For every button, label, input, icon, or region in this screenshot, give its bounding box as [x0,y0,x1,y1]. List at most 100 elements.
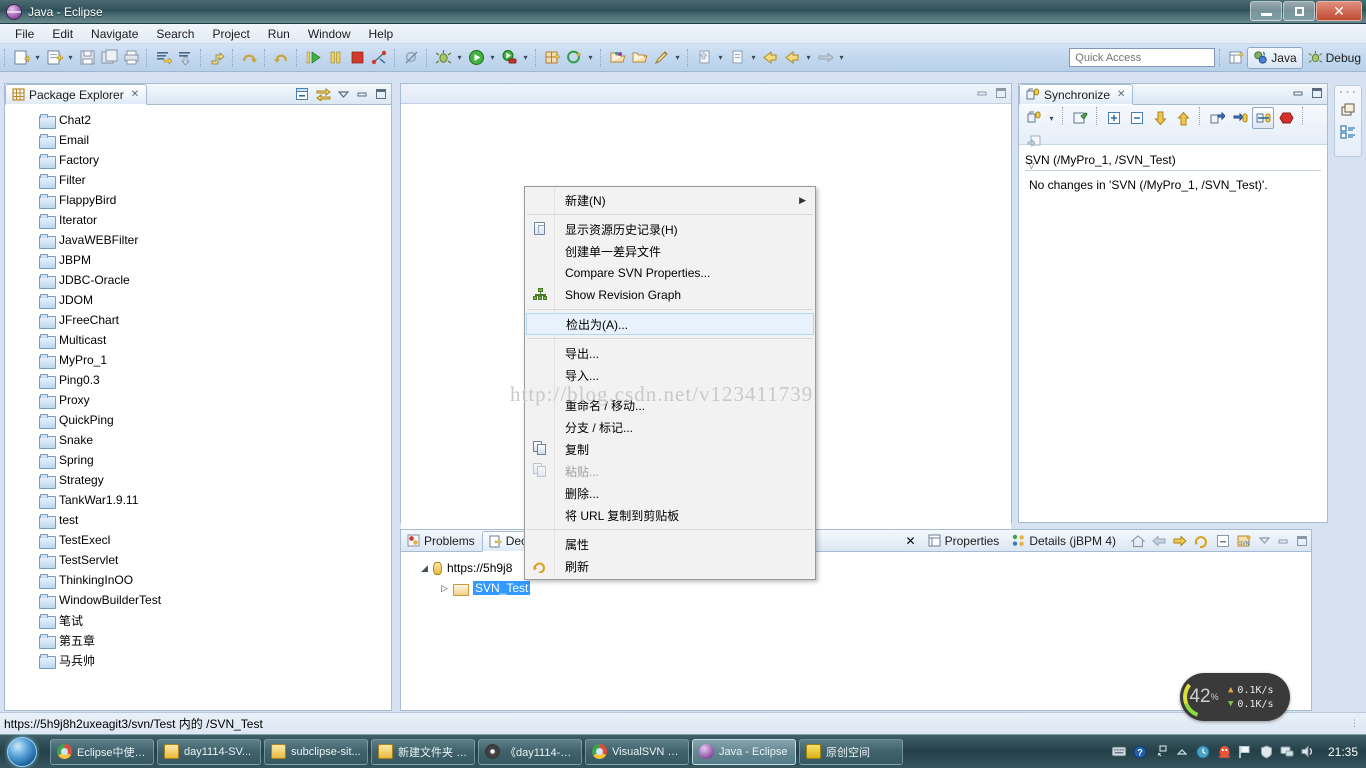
close-button[interactable]: ✕ [1316,1,1362,21]
expand-arrow-icon[interactable]: ◢ [421,563,433,574]
minimize-panel-icon[interactable] [1292,87,1304,99]
remove-sync-icon[interactable] [1023,130,1045,152]
step-over-icon[interactable] [238,47,260,69]
conflicts-icon[interactable] [1275,107,1297,129]
forward-dropdown-icon[interactable]: ▾ [836,47,847,69]
disconnect-icon[interactable] [368,47,390,69]
incoming-changes-icon[interactable] [1229,107,1251,129]
prev-annotation-icon[interactable] [726,47,748,69]
tree-row[interactable]: QuickPing [5,410,391,430]
tab-synchronize[interactable]: Synchronize ✕ [1019,84,1133,105]
menu-item-create-unified-diff[interactable]: 创建单一差异文件 [525,240,815,262]
menu-item-properties[interactable]: 属性 [525,533,815,555]
prev-annotation-dropdown-icon[interactable]: ▾ [748,47,759,69]
maximize-panel-icon[interactable] [1311,87,1323,99]
menu-run[interactable]: Run [259,25,299,43]
new-java-class-icon[interactable] [43,47,65,69]
forward-icon[interactable] [1173,535,1187,547]
close-icon[interactable]: ✕ [906,534,916,548]
run-dropdown-icon[interactable]: ▾ [487,47,498,69]
tab-problems[interactable]: Problems [401,530,482,551]
perspective-java[interactable]: Java [1247,47,1302,69]
build-all-icon[interactable] [152,47,174,69]
taskbar-item[interactable]: subclipse-sit... [264,739,368,765]
tree-row[interactable]: 笔试 [5,610,391,630]
print-icon[interactable] [120,47,142,69]
menu-item-compare-svn-properties[interactable]: Compare SVN Properties... [525,262,815,284]
tree-row[interactable]: TestExecl [5,530,391,550]
start-button[interactable] [2,736,42,768]
view-menu-icon[interactable] [338,89,349,100]
menu-item-branch-tag[interactable]: 分支 / 标记... [525,416,815,438]
drag-handle-dots[interactable]: ▪ ▪ ▪ [1340,89,1356,96]
synchronize-action-icon[interactable] [1023,107,1045,129]
tree-row[interactable]: TankWar1.9.11 [5,490,391,510]
tree-row[interactable]: MyPro_1 [5,350,391,370]
up-arrow-icon[interactable] [1175,745,1189,759]
suspend-icon[interactable] [324,47,346,69]
skip-breakpoints-icon[interactable] [400,47,422,69]
tree-row[interactable]: JDOM [5,290,391,310]
tab-properties[interactable]: Properties [922,530,1007,551]
taskbar-item[interactable]: Eclipse中使用... [50,739,154,765]
new-annotation-icon[interactable] [563,47,585,69]
taskbar-item[interactable]: VisualSVN S... [585,739,689,765]
resize-grip-icon[interactable]: ⋮ [1350,718,1360,729]
taskbar-item[interactable]: day1114-SV... [157,739,261,765]
minimize-panel-icon[interactable] [1277,535,1289,547]
step-into-icon[interactable] [270,47,292,69]
back-icon[interactable] [1152,535,1166,547]
taskbar-item[interactable]: 新建文件夹 (2) [371,739,475,765]
new-class-dropdown-icon[interactable]: ▾ [65,47,76,69]
tree-row[interactable]: Spring [5,450,391,470]
tree-row[interactable]: Ping0.3 [5,370,391,390]
tree-row[interactable]: JBPM [5,250,391,270]
tree-row[interactable]: Filter [5,170,391,190]
forward-icon[interactable] [781,47,803,69]
package-explorer-tree[interactable]: Chat2EmailFactoryFilterFlappyBirdIterato… [5,105,391,731]
menu-search[interactable]: Search [147,25,203,43]
taskbar-item[interactable]: 《day1114-S... [478,739,582,765]
tree-row[interactable]: Factory [5,150,391,170]
view-menu-icon[interactable] [1259,535,1270,546]
tree-row[interactable]: Snake [5,430,391,450]
tree-row[interactable]: ThinkingInOO [5,570,391,590]
taskbar-clock[interactable]: 21:35 [1322,745,1358,759]
external-tools-dropdown-icon[interactable]: ▾ [520,47,531,69]
outgoing-mode-icon[interactable] [1172,107,1194,129]
close-icon[interactable]: ✕ [1117,89,1125,100]
save-all-icon[interactable] [98,47,120,69]
maximize-panel-icon[interactable] [1296,535,1308,547]
shield-icon[interactable] [1259,745,1273,759]
run-external-tools-icon[interactable] [498,47,520,69]
maximize-panel-icon[interactable] [995,87,1007,99]
menu-window[interactable]: Window [299,25,360,43]
refresh-icon[interactable] [1194,534,1209,548]
new-annotation-dropdown-icon[interactable]: ▾ [585,47,596,69]
menu-project[interactable]: Project [203,25,258,43]
tree-row[interactable]: TestServlet [5,550,391,570]
collapse-all-icon[interactable] [1126,107,1148,129]
tree-row[interactable]: Chat2 [5,110,391,130]
tree-row[interactable]: FlappyBird [5,190,391,210]
menu-item-refresh[interactable]: 刷新 [525,555,815,577]
volume-icon[interactable] [1301,745,1315,759]
quick-access-input[interactable] [1069,48,1215,67]
pin-icon[interactable] [1069,107,1091,129]
restore-view-icon[interactable] [1341,103,1356,117]
home-icon[interactable] [1131,534,1145,548]
menu-item-export[interactable]: 导出... [525,342,815,364]
outgoing-changes-icon[interactable] [1206,107,1228,129]
save-icon[interactable] [76,47,98,69]
minimize-panel-icon[interactable] [356,88,368,100]
both-changes-icon[interactable] [1252,107,1274,129]
taskbar-item[interactable]: 原创空间 [799,739,903,765]
package-explorer-fastview-icon[interactable] [1340,124,1356,139]
open-type-icon[interactable] [606,47,628,69]
menu-edit[interactable]: Edit [43,25,82,43]
menu-item-new[interactable]: 新建(N) ▶ [525,189,815,211]
tree-row[interactable]: test [5,510,391,530]
tree-row[interactable]: 马兵帅 [5,650,391,670]
menu-file[interactable]: File [6,25,43,43]
search-icon[interactable] [650,47,672,69]
